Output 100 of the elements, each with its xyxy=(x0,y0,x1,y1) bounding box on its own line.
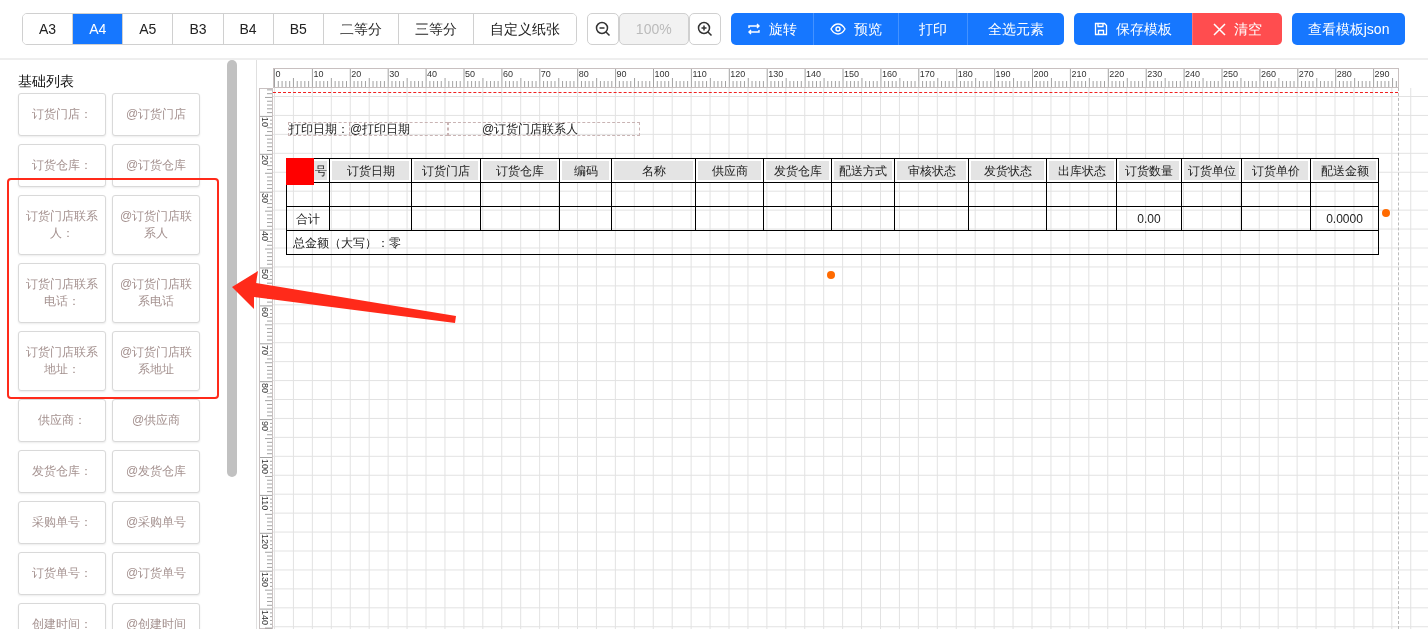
column-header: 订货数量 xyxy=(1116,158,1182,183)
field-chip[interactable]: 订货仓库： xyxy=(18,144,106,187)
marker-square xyxy=(286,158,314,185)
column-header: 号 xyxy=(315,163,327,178)
table-cell: 0.0000 xyxy=(1310,206,1379,231)
column-header: 配送方式 xyxy=(831,158,895,183)
field-chip[interactable]: 订货门店联系地址： xyxy=(18,331,106,391)
column-header: 订货门店 xyxy=(411,158,481,183)
column-header: 发货状态 xyxy=(968,158,1047,183)
column-header: 订货单价 xyxy=(1241,158,1311,183)
column-header: 审核状态 xyxy=(894,158,969,183)
field-chip[interactable]: @采购单号 xyxy=(112,501,200,544)
scrollbar-thumb[interactable] xyxy=(227,60,237,477)
ruler-label: 210 xyxy=(1071,69,1087,79)
column-header: 出库状态 xyxy=(1046,158,1117,183)
column-header: 订货日期 xyxy=(329,158,412,183)
clear-button[interactable]: 清空 xyxy=(1191,13,1282,45)
ruler-label: 50 xyxy=(465,69,475,79)
zoom-in-icon xyxy=(696,21,713,37)
ruler-label: 110 xyxy=(260,496,270,511)
save-template-button[interactable]: 保存模板 xyxy=(1073,13,1192,45)
ruler-label: 20 xyxy=(260,155,270,166)
column-header: 订货仓库 xyxy=(480,158,560,183)
ruler-label: 200 xyxy=(1033,69,1049,79)
table-cell: 0.00 xyxy=(1116,206,1182,231)
ruler-label: 110 xyxy=(692,69,707,79)
paper-size-tab[interactable]: A4 xyxy=(72,14,123,44)
ruler-label: 120 xyxy=(730,69,746,79)
ruler-label: 80 xyxy=(260,382,270,393)
ruler-label: 140 xyxy=(806,69,822,79)
field-chip[interactable]: @发货仓库 xyxy=(112,450,200,493)
print-date-element[interactable]: 打印日期：@打印日期 xyxy=(288,122,448,136)
field-chip[interactable]: @创建时间 xyxy=(112,603,200,629)
ruler-label: 90 xyxy=(260,420,270,431)
rotate-icon xyxy=(746,22,761,36)
ruler-label: 30 xyxy=(389,69,400,79)
field-chip[interactable]: 供应商： xyxy=(18,399,106,442)
field-chip[interactable]: 创建时间： xyxy=(18,603,106,629)
contact-element[interactable]: @订货门店联系人 xyxy=(448,122,640,136)
field-chip[interactable]: 发货仓库： xyxy=(18,450,106,493)
ruler-label: 180 xyxy=(957,69,973,79)
field-chip[interactable]: 订货单号： xyxy=(18,552,106,595)
field-chip[interactable]: @订货门店 xyxy=(112,93,200,136)
field-value: @打印日期 xyxy=(349,123,447,135)
field-chip[interactable]: @订货门店联系人 xyxy=(112,195,200,255)
toolbar-button[interactable]: 全选元素 xyxy=(966,13,1064,45)
field-chip[interactable]: @订货单号 xyxy=(112,552,200,595)
ruler-label: 50 xyxy=(260,269,270,279)
field-chip[interactable]: 采购单号： xyxy=(18,501,106,544)
ruler-label: 230 xyxy=(1147,69,1163,79)
column-header: 名称 xyxy=(611,158,696,183)
ruler-label: 240 xyxy=(1185,69,1201,79)
column-header: 订货单位 xyxy=(1181,158,1242,183)
zoom-out-button[interactable] xyxy=(586,13,619,45)
field-chip[interactable]: 订货门店联系电话： xyxy=(18,263,106,323)
ruler-label: 270 xyxy=(1298,69,1314,79)
ruler-label: 260 xyxy=(1260,69,1276,79)
column-header: 发货仓库 xyxy=(763,158,832,183)
column-header: 配送金额 xyxy=(1310,158,1379,183)
ruler-label: 70 xyxy=(260,344,270,355)
eye-icon xyxy=(829,23,846,35)
field-chip[interactable]: @订货仓库 xyxy=(112,144,200,187)
ruler-label: 60 xyxy=(502,69,513,79)
ruler-label: 190 xyxy=(995,69,1011,79)
field-chip[interactable]: 订货门店： xyxy=(18,93,106,136)
ruler-label: 280 xyxy=(1336,69,1352,79)
column-header: 供应商 xyxy=(695,158,764,183)
ruler-label: 90 xyxy=(616,69,627,79)
field-chip[interactable]: 订货门店联系人： xyxy=(18,195,106,255)
toolbar-button[interactable]: 打印 xyxy=(897,13,967,45)
ruler-label: 40 xyxy=(427,69,438,79)
ruler-label: 60 xyxy=(260,306,270,317)
field-chip[interactable]: @订货门店联系地址 xyxy=(112,331,200,391)
zoom-out-icon xyxy=(594,21,611,37)
ruler-label: 140 xyxy=(260,610,270,626)
ruler-label: 150 xyxy=(844,69,860,79)
ruler-label: 250 xyxy=(1223,69,1239,79)
ruler-label: 70 xyxy=(540,69,551,79)
field-chip[interactable]: @供应商 xyxy=(112,399,200,442)
paper-size-tab[interactable]: 自定义纸张 xyxy=(472,14,576,44)
total-amount-text: 总金额（大写）：零 xyxy=(286,230,1379,255)
ruler-label: 0 xyxy=(275,69,281,79)
column-header: 编码 xyxy=(559,158,612,183)
toolbar-button[interactable]: 预览 xyxy=(812,13,898,45)
zoom-in-button[interactable] xyxy=(688,13,721,45)
ruler-label: 170 xyxy=(919,69,935,79)
ruler-label: 130 xyxy=(260,572,270,588)
ruler-label: 20 xyxy=(351,69,362,79)
ruler-label: 80 xyxy=(578,69,589,79)
view-json-button[interactable]: 查看模板json xyxy=(1291,13,1406,45)
ruler-label: 10 xyxy=(313,69,324,79)
ruler-label: 160 xyxy=(881,69,897,79)
ruler-label: 100 xyxy=(654,69,670,79)
toolbar-button[interactable]: 旋转 xyxy=(730,13,813,45)
ruler-label: 120 xyxy=(260,534,270,550)
ruler-label: 30 xyxy=(260,193,270,204)
field-label: 打印日期： xyxy=(289,123,349,135)
field-chip[interactable]: @订货门店联系电话 xyxy=(112,263,200,323)
save-icon xyxy=(1093,22,1108,36)
table-cell: 合计 xyxy=(286,206,330,231)
